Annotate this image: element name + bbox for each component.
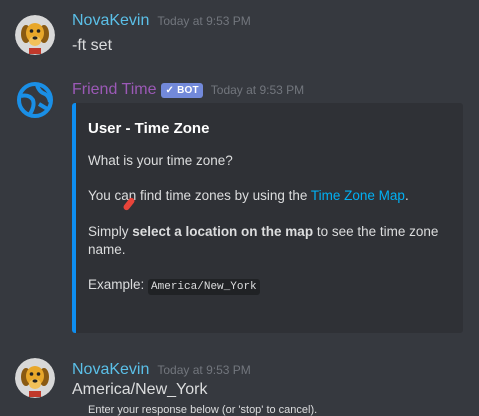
bot-tag-label: BOT — [177, 85, 199, 96]
username[interactable]: NovaKevin — [72, 361, 149, 379]
timestamp: Today at 9:53 PM — [157, 363, 251, 377]
message-header: NovaKevin Today at 9:53 PM — [72, 12, 251, 30]
embed-find-line: You can find time zones by using the Tim… — [88, 187, 409, 205]
username[interactable]: NovaKevin — [72, 12, 149, 30]
dog-avatar-icon[interactable] — [15, 358, 55, 398]
time-zone-map-link[interactable]: Time Zone Map — [311, 188, 405, 203]
embed-title: User - Time Zone — [88, 120, 210, 137]
check-icon: ✓ — [165, 85, 175, 96]
find-suffix: . — [404, 188, 409, 203]
dog-avatar-icon[interactable] — [15, 15, 55, 55]
message-text: America/New_York — [72, 381, 208, 398]
find-prefix: You can find time zones by using the — [88, 188, 311, 203]
embed-example-line: Example: America/New_York — [88, 276, 260, 296]
message-header: NovaKevin Today at 9:53 PM — [72, 361, 251, 379]
embed-footer: Enter your response below (or 'stop' to … — [88, 404, 318, 416]
message-text: -ft set — [72, 37, 113, 54]
bot-tag: ✓ BOT — [161, 83, 203, 98]
embed-simply-line-2: name. — [88, 242, 126, 257]
simply-suffix: to see the time zone — [313, 224, 439, 239]
timestamp: Today at 9:53 PM — [157, 14, 251, 28]
simply-bold: select a location on the map — [132, 224, 314, 239]
example-label: Example: — [88, 277, 149, 292]
example-code: America/New_York — [148, 279, 260, 295]
username[interactable]: Friend Time — [72, 81, 156, 99]
message-header: Friend Time ✓ BOT Today at 9:53 PM — [72, 81, 304, 99]
embed-simply-line: Simply select a location on the map to s… — [88, 223, 438, 241]
embed-question: What is your time zone? — [88, 153, 233, 168]
embed: User - Time Zone What is your time zone?… — [72, 103, 463, 416]
timestamp: Today at 9:53 PM — [210, 83, 305, 97]
simply-prefix: Simply — [88, 224, 133, 239]
globe-avatar-icon[interactable] — [15, 80, 55, 120]
